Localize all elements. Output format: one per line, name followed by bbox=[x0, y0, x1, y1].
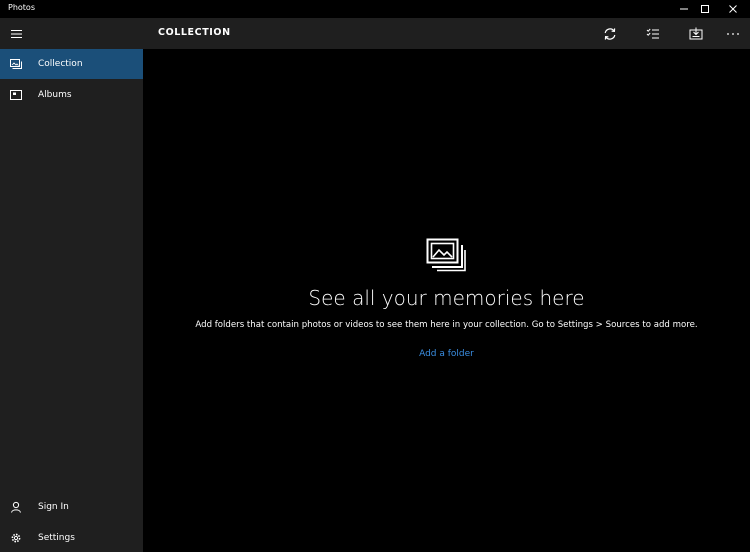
sidebar-item-label: Albums bbox=[38, 90, 72, 100]
empty-state: See all your memories here Add folders t… bbox=[143, 18, 750, 552]
maximize-button[interactable] bbox=[691, 0, 719, 18]
sidebar-item-albums[interactable]: Albums bbox=[0, 80, 143, 110]
main-content: COLLECTION See all your memories here Ad… bbox=[143, 18, 750, 552]
sidebar-item-label: Settings bbox=[38, 533, 75, 543]
person-icon bbox=[0, 492, 31, 522]
close-button[interactable] bbox=[719, 0, 747, 18]
sidebar-item-settings[interactable]: Settings bbox=[0, 523, 143, 552]
close-icon bbox=[729, 5, 737, 13]
gear-icon bbox=[0, 523, 31, 552]
album-icon bbox=[0, 80, 31, 110]
title-bar: Photos bbox=[0, 0, 750, 18]
sidebar-item-label: Collection bbox=[38, 59, 83, 69]
hamburger-button[interactable] bbox=[0, 18, 32, 49]
photos-icon bbox=[426, 238, 466, 272]
sidebar-item-collection[interactable]: Collection bbox=[0, 49, 143, 79]
maximize-icon bbox=[701, 5, 709, 13]
sidebar-item-sign-in[interactable]: Sign In bbox=[0, 492, 143, 522]
navigation-pane: Collection Albums Sign In Settings bbox=[0, 18, 143, 552]
window-title: Photos bbox=[8, 3, 35, 12]
minimize-icon bbox=[680, 8, 688, 10]
collection-icon bbox=[0, 49, 31, 79]
hamburger-icon bbox=[10, 29, 22, 38]
empty-state-headline: See all your memories here bbox=[308, 286, 585, 310]
add-folder-link[interactable]: Add a folder bbox=[419, 349, 474, 359]
empty-state-description: Add folders that contain photos or video… bbox=[195, 320, 698, 330]
sidebar-item-label: Sign In bbox=[38, 502, 69, 512]
